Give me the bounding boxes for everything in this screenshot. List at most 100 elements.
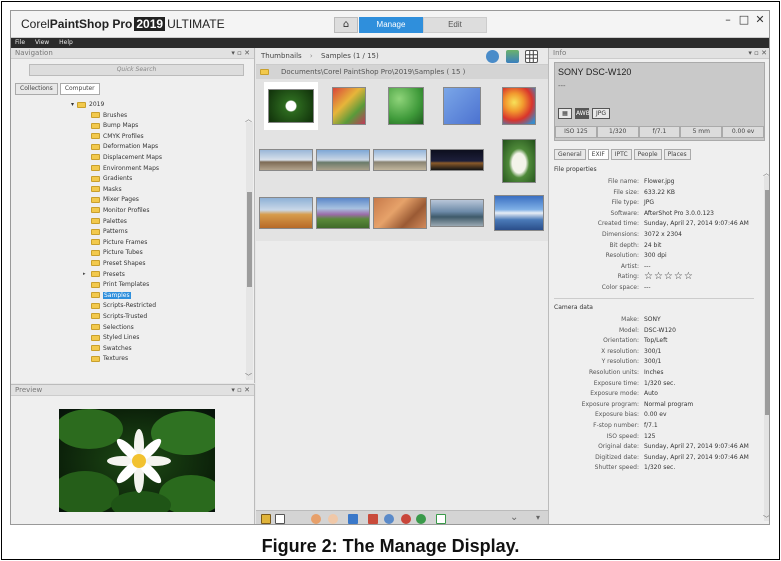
tree-folder-item[interactable]: Deformation Maps — [91, 143, 158, 151]
tree-folder-item[interactable]: Masks — [91, 185, 122, 193]
thumbnails-title: Thumbnails — [261, 52, 302, 60]
tab-iptc[interactable]: IPTC — [610, 149, 632, 160]
tab-manage[interactable]: Manage — [359, 17, 423, 33]
more-icon[interactable]: ▾ — [536, 513, 540, 522]
thumbnail-river[interactable] — [430, 189, 484, 237]
quick-search-input[interactable]: Quick Search — [29, 64, 244, 76]
tree-folder-item[interactable]: Swatches — [91, 344, 132, 352]
thumbnail-spiral[interactable] — [492, 82, 546, 130]
layout-icon[interactable] — [261, 514, 271, 524]
print-icon[interactable] — [368, 514, 378, 524]
menu-bar: File View Help — [11, 38, 769, 48]
menu-file[interactable]: File — [11, 38, 29, 46]
maximize-icon[interactable]: □ — [737, 13, 751, 27]
tree-folder-item[interactable]: Environment Maps — [91, 164, 159, 172]
tree-folder-item[interactable]: Mixer Pages — [91, 196, 139, 204]
rating-stars[interactable]: ☆☆☆☆☆ — [644, 272, 694, 282]
navigation-scrollbar[interactable] — [246, 122, 253, 380]
menu-help[interactable]: Help — [55, 38, 77, 46]
edit-icon[interactable] — [311, 514, 321, 524]
tree-folder-item[interactable]: Bump Maps — [91, 122, 138, 130]
scrollbar-thumb[interactable] — [765, 190, 769, 415]
list-view-icon[interactable] — [275, 514, 285, 524]
compare-icon[interactable] — [436, 514, 446, 524]
expand-caret-icon[interactable]: ▾ — [71, 101, 74, 108]
tab-people[interactable]: People — [633, 149, 662, 160]
tree-folder-item[interactable]: CMYK Profiles — [91, 132, 144, 140]
retouch-icon[interactable] — [328, 514, 338, 524]
tree-folder-item[interactable]: Scripts-Trusted — [91, 312, 147, 320]
home-tab[interactable]: ⌂ — [334, 17, 358, 33]
tab-edit[interactable]: Edit — [423, 17, 487, 33]
scroll-up-icon[interactable]: ︿ — [763, 168, 769, 178]
scroll-up-icon[interactable]: ︿ — [245, 114, 252, 124]
tree-folder-item[interactable]: ▸ Presets — [83, 270, 125, 278]
property-row: Rating: ☆☆☆☆☆ — [549, 272, 759, 283]
globe-icon[interactable] — [486, 50, 499, 63]
property-row: Exposure mode: Auto — [549, 390, 759, 400]
rotate-right-icon[interactable] — [416, 514, 426, 524]
awb-badge: AWB — [575, 108, 590, 119]
focal-length-value: 5 mm — [680, 126, 723, 138]
person-icon[interactable] — [348, 514, 358, 524]
folder-icon — [91, 302, 100, 309]
property-value: 125 — [644, 432, 656, 440]
thumbnail-panorama-2[interactable] — [316, 137, 370, 185]
tree-folder-item[interactable]: Styled Lines — [91, 334, 139, 342]
tab-exif[interactable]: EXIF — [587, 149, 609, 160]
thumbnail-rocks[interactable] — [373, 189, 427, 237]
thumbnail-desert[interactable] — [259, 189, 313, 237]
folder-path-bar[interactable]: Documents\Corel PaintShop Pro\2019\Sampl… — [256, 65, 548, 79]
thumbnail-field[interactable] — [316, 189, 370, 237]
folder-label: Gradients — [103, 175, 133, 183]
tree-folder-item[interactable]: Patterns — [91, 228, 128, 236]
grid-view-icon[interactable] — [525, 50, 538, 63]
tree-folder-item[interactable]: Brushes — [91, 111, 127, 119]
share-icon[interactable] — [384, 514, 394, 524]
breadcrumb[interactable]: Samples (1 / 15) — [321, 52, 379, 60]
scroll-down-icon[interactable]: ﹀ — [763, 514, 769, 524]
exposure-bias-value: 0.00 ev — [722, 126, 764, 138]
panel-controls[interactable]: ▾ ▫ ✕ — [748, 48, 767, 59]
tree-folder-item[interactable]: Print Templates — [91, 281, 149, 289]
tree-folder-item[interactable]: Displacement Maps — [91, 153, 162, 161]
tree-folder-item[interactable]: Samples — [91, 291, 131, 299]
tree-folder-item[interactable]: Palettes — [91, 217, 127, 225]
tab-computer[interactable]: Computer — [59, 83, 100, 95]
panel-controls[interactable]: ▾ ▫ ✕ — [231, 385, 250, 396]
close-icon[interactable]: ✕ — [753, 13, 767, 27]
tree-folder-item[interactable]: Selections — [91, 323, 134, 331]
tab-general[interactable]: General — [554, 149, 586, 160]
thumbnail-night[interactable] — [430, 137, 484, 185]
tree-folder-item[interactable]: Picture Tubes — [91, 249, 143, 257]
image-view-icon[interactable] — [506, 50, 519, 63]
tab-collections[interactable]: Collections — [15, 83, 58, 95]
chevron-down-icon[interactable]: ⌄ — [510, 512, 518, 523]
thumbnail-cockatoo[interactable] — [492, 137, 546, 185]
thumbnail-panorama-1[interactable] — [259, 137, 313, 185]
tree-root-2019[interactable]: ▾ 2019 — [71, 101, 104, 108]
tree-folder-item[interactable]: Monitor Profiles — [91, 206, 150, 214]
expand-caret-icon[interactable]: ▸ — [83, 271, 86, 277]
tree-folder-item[interactable]: Preset Shapes — [91, 259, 146, 267]
menu-view[interactable]: View — [31, 38, 53, 46]
info-scrollbar[interactable] — [764, 176, 769, 521]
thumbnail-leaves[interactable] — [379, 82, 433, 130]
tree-folder-item[interactable]: Picture Frames — [91, 238, 147, 246]
tree-folder-item[interactable]: Gradients — [91, 175, 132, 183]
thumbnail-flower[interactable] — [264, 82, 318, 130]
minimize-icon[interactable]: – — [721, 13, 735, 27]
tree-folder-item[interactable]: Textures — [91, 355, 128, 363]
thumbnail-panorama-3[interactable] — [373, 137, 427, 185]
panel-controls[interactable]: ▾ ▫ ✕ — [231, 48, 250, 59]
rotate-left-icon[interactable] — [401, 514, 411, 524]
thumbnail-lake[interactable] — [492, 189, 546, 237]
tab-places[interactable]: Places — [663, 149, 691, 160]
folder-label: Textures — [103, 355, 129, 363]
scrollbar-thumb[interactable] — [247, 192, 252, 287]
scroll-down-icon[interactable]: ﹀ — [245, 372, 252, 382]
shutter-value: 1/320 — [596, 126, 639, 138]
tree-folder-item[interactable]: Scripts-Restricted — [91, 302, 156, 310]
thumbnail-fruit[interactable] — [322, 82, 376, 130]
thumbnail-heart[interactable] — [435, 82, 489, 130]
